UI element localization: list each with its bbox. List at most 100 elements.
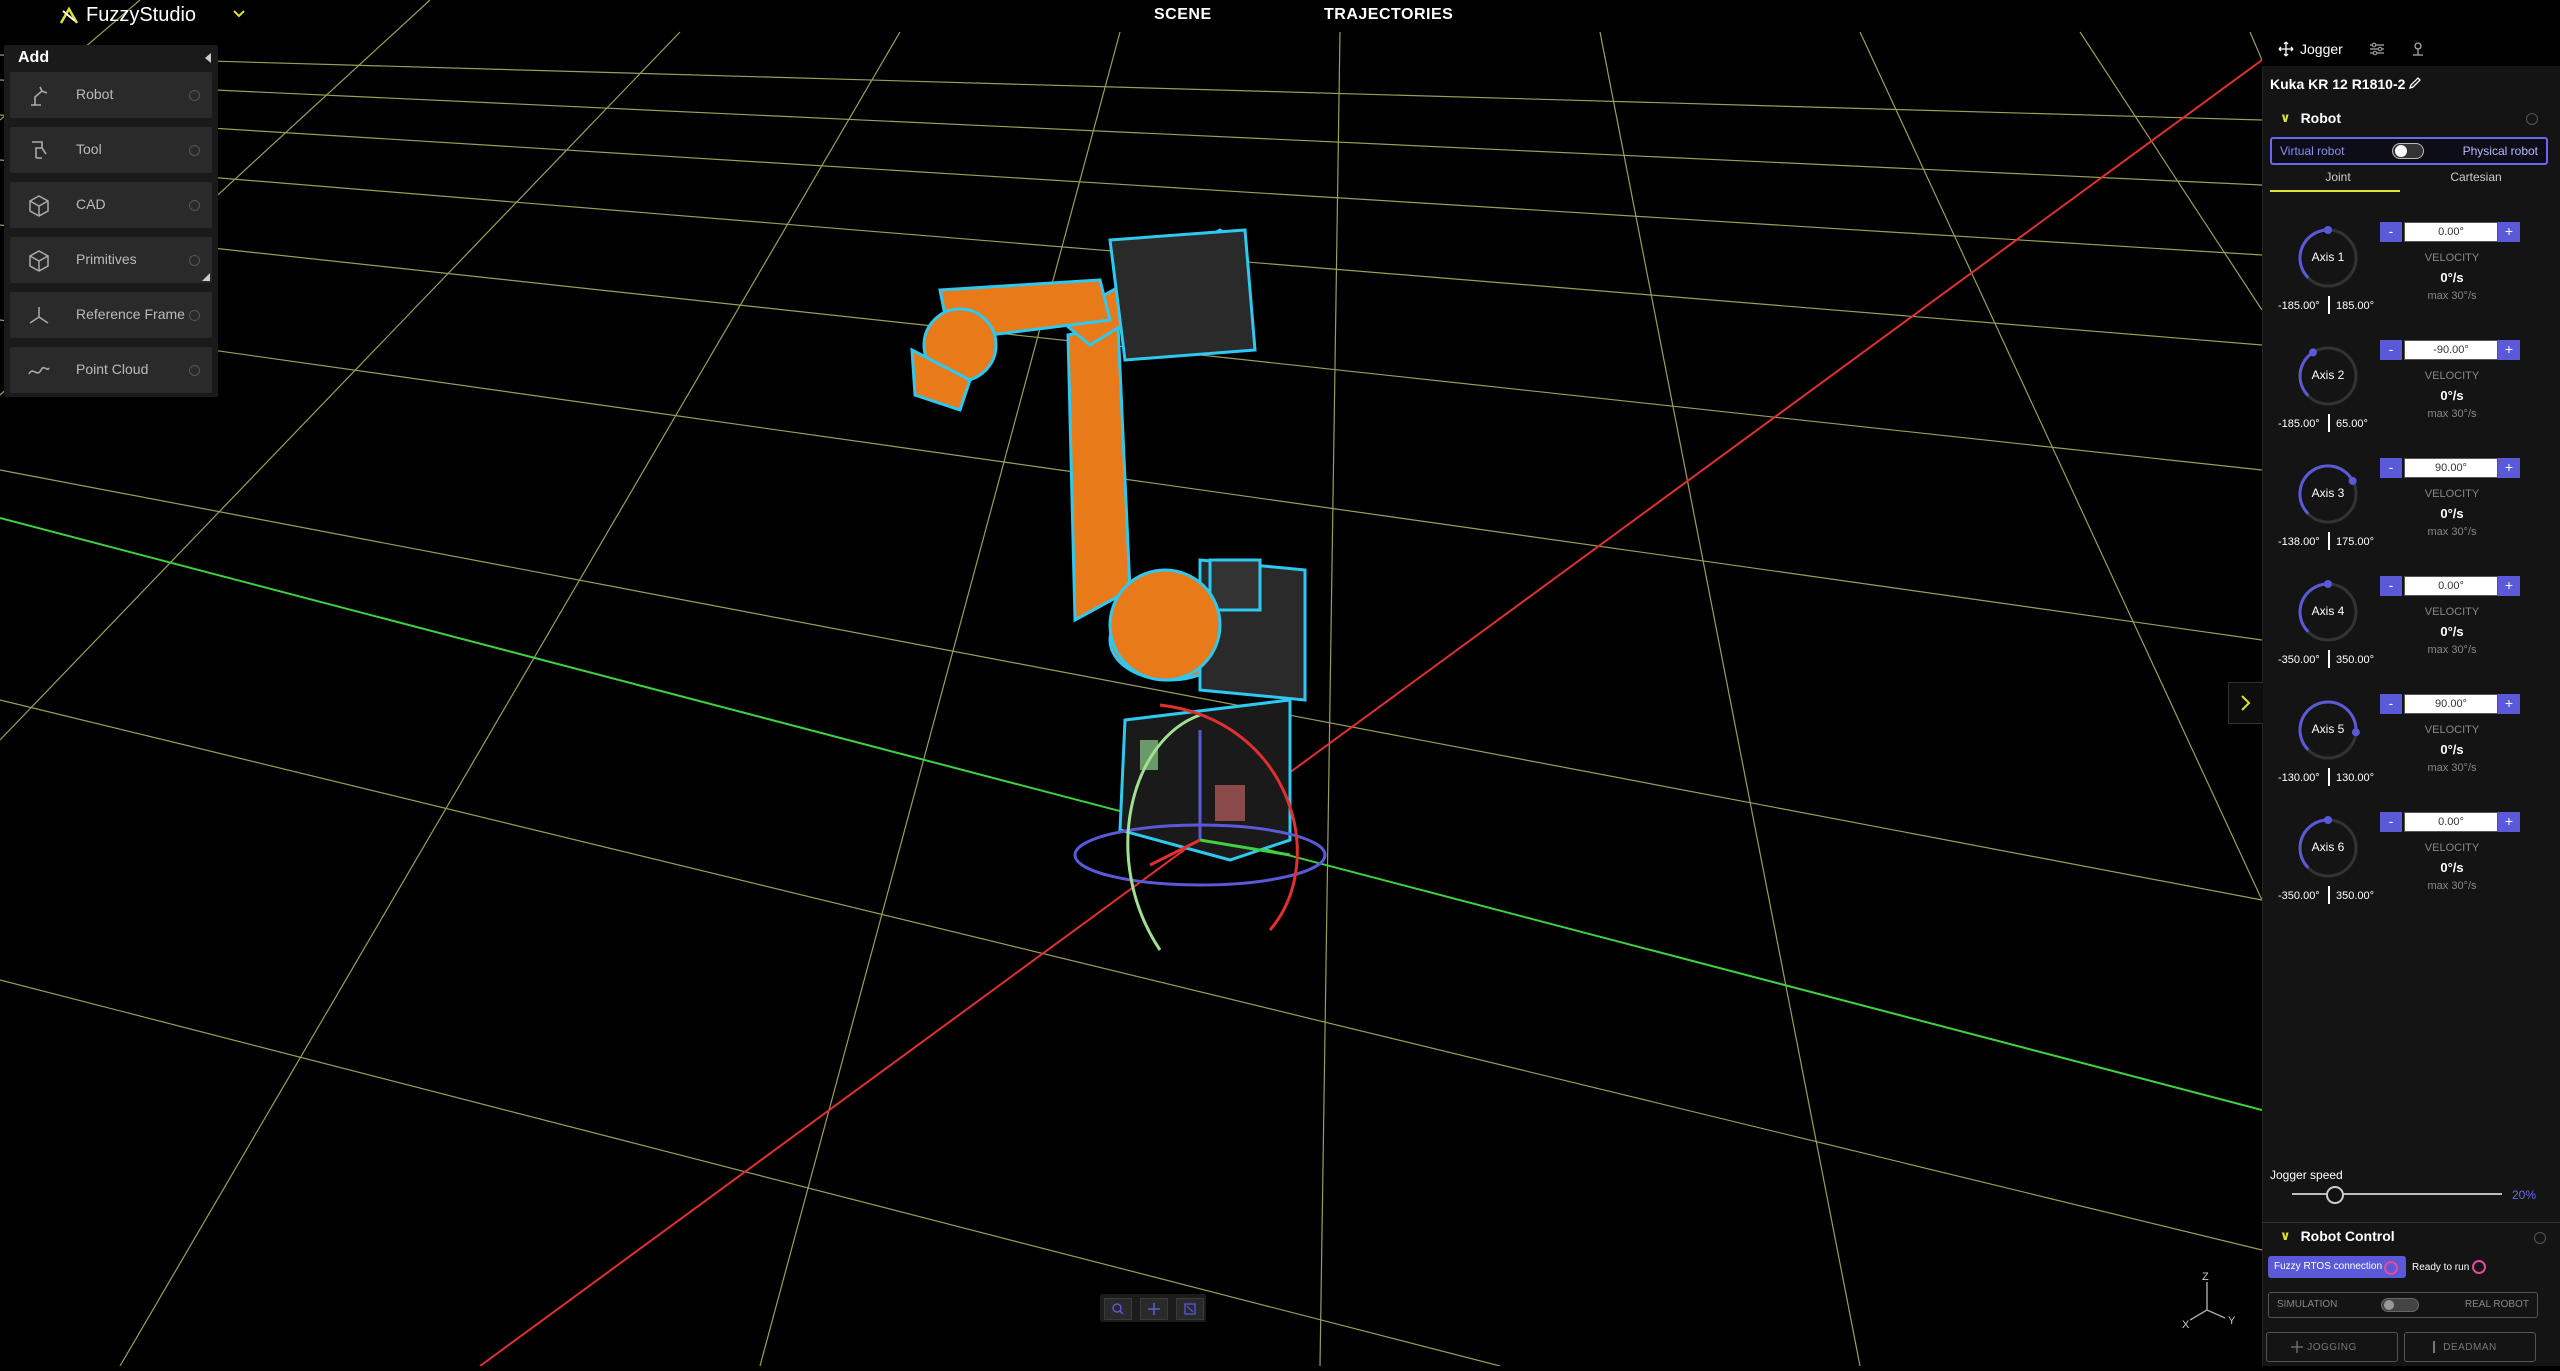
info-icon[interactable]	[189, 255, 200, 266]
fuzzy-logo-icon	[59, 5, 79, 24]
velocity-value: 0°/s	[2440, 624, 2464, 639]
rtos-connection-button[interactable]: Fuzzy RTOS connection	[2268, 1256, 2406, 1278]
limit-separator	[2328, 650, 2330, 668]
velocity-value: 0°/s	[2440, 742, 2464, 757]
jogger-speed-slider[interactable]	[2292, 1193, 2502, 1195]
deadman-button[interactable]: DEADMAN	[2404, 1332, 2536, 1362]
add-item-label: CAD	[76, 196, 106, 212]
add-robot-button[interactable]: Robot	[10, 72, 212, 118]
axis-min: -185.00°	[2278, 300, 2320, 312]
axis-value-input[interactable]	[2404, 222, 2498, 242]
info-icon[interactable]	[189, 200, 200, 211]
fit-view-button[interactable]	[1176, 1298, 1204, 1320]
increment-button[interactable]: +	[2498, 222, 2520, 242]
add-point-button[interactable]	[1140, 1298, 1168, 1320]
decrement-button[interactable]: -	[2380, 222, 2402, 242]
jogging-button[interactable]: JOGGING	[2266, 1332, 2398, 1362]
dial-handle[interactable]	[2309, 348, 2317, 357]
scene-canvas[interactable]	[0, 0, 2263, 1367]
axis-value-input[interactable]	[2404, 576, 2498, 596]
ready-status-icon	[2472, 1260, 2486, 1274]
top-bar: FuzzyStudio SCENE TRAJECTORIES	[0, 0, 2262, 32]
expand-corner-icon[interactable]	[202, 273, 210, 281]
pencil-icon[interactable]	[2408, 76, 2422, 90]
tab-cartesian[interactable]: Cartesian	[2408, 170, 2544, 184]
add-cad-button[interactable]: CAD	[10, 182, 212, 228]
robot-model[interactable]	[910, 228, 1307, 862]
add-reference-frame-button[interactable]: Reference Frame	[10, 292, 212, 338]
axis-name: Axis 1	[2311, 250, 2345, 264]
add-point-cloud-button[interactable]: Point Cloud	[10, 347, 212, 393]
simulation-real-toggle[interactable]: SIMULATION REAL ROBOT	[2268, 1292, 2538, 1318]
axis-row: Axis 4-350.00°350.00°-+VELOCITY0°/smax 3…	[2270, 576, 2554, 694]
velocity-value: 0°/s	[2440, 860, 2464, 875]
add-primitives-button[interactable]: Primitives	[10, 237, 212, 283]
increment-button[interactable]: +	[2498, 340, 2520, 360]
axis-stepper: -+	[2380, 576, 2520, 596]
velocity-value: 0°/s	[2440, 506, 2464, 521]
tool-icon	[32, 141, 47, 159]
orientation-gizmo[interactable]: Z X Y	[2180, 1270, 2250, 1330]
dial-handle[interactable]	[2324, 226, 2332, 234]
dial-handle[interactable]	[2324, 580, 2332, 588]
dial-handle[interactable]	[2324, 816, 2332, 824]
axis-stepper: -+	[2380, 694, 2520, 714]
increment-button[interactable]: +	[2498, 812, 2520, 832]
info-icon[interactable]	[189, 365, 200, 376]
tab-trajectories[interactable]: TRAJECTORIES	[1324, 6, 1453, 24]
increment-button[interactable]: +	[2498, 458, 2520, 478]
velocity-max: max 30°/s	[2427, 290, 2477, 302]
axis-stepper: -+	[2380, 458, 2520, 478]
decrement-button[interactable]: -	[2380, 812, 2402, 832]
chevron-down-icon[interactable]	[230, 5, 248, 23]
decrement-button[interactable]: -	[2380, 458, 2402, 478]
jogger-speed-handle[interactable]	[2326, 1186, 2344, 1204]
axis-min: -350.00°	[2278, 654, 2320, 666]
increment-button[interactable]: +	[2498, 576, 2520, 596]
dial-handle[interactable]	[2348, 476, 2357, 485]
scene-viewport[interactable]	[0, 0, 2263, 1367]
add-tool-button[interactable]: Tool	[10, 127, 212, 173]
zoom-button[interactable]	[1104, 1298, 1132, 1320]
axis-max: 130.00°	[2336, 772, 2375, 784]
tab-robot-info[interactable]	[2410, 37, 2426, 61]
axis-max: 175.00°	[2336, 536, 2375, 548]
tab-jogger[interactable]: Jogger	[2278, 37, 2343, 61]
robot-section-header[interactable]: ∨ Robot	[2280, 110, 2341, 126]
simulation-switch[interactable]	[2381, 1298, 2419, 1312]
decrement-button[interactable]: -	[2380, 694, 2402, 714]
info-icon[interactable]	[189, 145, 200, 156]
robot-mode-switch[interactable]	[2392, 143, 2424, 159]
virtual-robot-option[interactable]: Virtual robot	[2280, 144, 2344, 158]
joint-cartesian-tabs: Joint Cartesian	[2270, 166, 2544, 192]
increment-button[interactable]: +	[2498, 694, 2520, 714]
physical-robot-option[interactable]: Physical robot	[2463, 144, 2538, 158]
axis-value-input[interactable]	[2404, 694, 2498, 714]
virtual-physical-toggle[interactable]: Virtual robot Physical robot	[2270, 137, 2548, 165]
axis-value-input[interactable]	[2404, 812, 2498, 832]
robot-control-header[interactable]: ∨ Robot Control	[2280, 1228, 2395, 1244]
robot-control-title: Robot Control	[2300, 1228, 2395, 1244]
velocity-label: VELOCITY	[2424, 842, 2480, 854]
collapse-panel-button[interactable]	[2228, 682, 2263, 724]
axis-value-input[interactable]	[2404, 458, 2498, 478]
decrement-button[interactable]: -	[2380, 576, 2402, 596]
fit-view-icon	[1184, 1303, 1196, 1315]
help-icon[interactable]	[2526, 113, 2538, 125]
tab-settings[interactable]	[2368, 37, 2386, 61]
info-icon[interactable]	[189, 310, 200, 321]
tab-joint[interactable]: Joint	[2270, 170, 2406, 184]
tab-scene[interactable]: SCENE	[1154, 6, 1212, 24]
reference-frame-icon	[29, 307, 49, 324]
axis-max: 350.00°	[2336, 654, 2375, 666]
brand[interactable]: FuzzyStudio	[58, 4, 196, 27]
axis-row: Axis 1-185.00°185.00°-+VELOCITY0°/smax 3…	[2270, 222, 2554, 340]
decrement-button[interactable]: -	[2380, 340, 2402, 360]
ready-status: Ready to run	[2412, 1262, 2470, 1273]
point-cloud-icon	[28, 366, 50, 375]
info-icon[interactable]	[189, 90, 200, 101]
collapse-left-icon[interactable]	[202, 51, 214, 65]
help-icon[interactable]	[2534, 1232, 2546, 1244]
gizmo-z-label: Z	[2202, 1271, 2209, 1283]
axis-value-input[interactable]	[2404, 340, 2498, 360]
